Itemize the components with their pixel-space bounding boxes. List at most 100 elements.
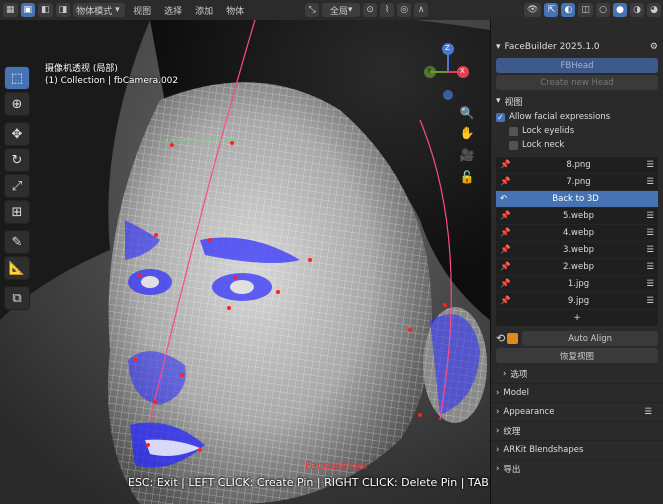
visibility-icon[interactable]: 👁 (524, 3, 542, 17)
menu-icon[interactable]: ☰ (646, 262, 654, 272)
chevron-right-icon: › (496, 445, 500, 455)
appearance-section[interactable]: › Appearance ☰ (491, 402, 663, 421)
export-label: 导出 (503, 465, 521, 475)
transform-orientation-dropdown[interactable]: 全局 ▾ (322, 3, 361, 17)
chevron-right-icon: › (496, 388, 500, 398)
rotate-tool-icon[interactable]: ↻ (4, 148, 30, 172)
menu-object[interactable]: 物体 (221, 4, 249, 17)
list-item[interactable]: 📌 8.png ☰ (496, 157, 658, 174)
list-item[interactable]: 📌 1.jpg ☰ (496, 276, 658, 293)
overlay-toggle-icon[interactable]: ◐ (561, 3, 576, 17)
transform-tool-icon[interactable]: ⊞ (4, 200, 30, 224)
menu-add[interactable]: 添加 (190, 4, 218, 17)
cursor-tool-icon[interactable]: ⊕ (4, 92, 30, 116)
panel-header[interactable]: ▾ FaceBuilder 2025.1.0 ⚙ (491, 38, 663, 56)
gizmo-toggle-icon[interactable]: ⇱ (544, 3, 559, 17)
shading-material-icon[interactable]: ◑ (630, 3, 644, 17)
pin-icon: 📌 (500, 211, 511, 221)
snap-icon[interactable]: ⌇ (380, 3, 395, 17)
auto-align-button[interactable]: Auto Align (522, 331, 658, 346)
add-cube-tool-icon[interactable]: ⧉ (4, 286, 30, 310)
pan-hand-icon[interactable]: ✋ (458, 124, 476, 142)
shading-wire-icon[interactable]: ○ (596, 3, 610, 17)
allow-expressions-checkbox[interactable]: ✓ Allow facial expressions (491, 110, 663, 124)
select-extend-icon[interactable]: ◧ (38, 3, 53, 17)
pin-icon: 📌 (500, 228, 511, 238)
create-head-label: Create new Head (540, 77, 614, 88)
list-item[interactable]: 📌 5.webp ☰ (496, 208, 658, 225)
scale-tool-icon[interactable]: ⤢ (4, 174, 30, 198)
mode-dropdown[interactable]: 物体模式 ▾ (73, 3, 126, 17)
editor-type-icon[interactable]: ▦ (3, 3, 18, 17)
camera-view-icon[interactable]: 🎥 (458, 146, 476, 164)
checkbox-box (509, 126, 518, 136)
arkit-section[interactable]: › ARKit Blendshapes (491, 440, 663, 459)
proportional-edit-icon[interactable]: ◎ (397, 3, 412, 17)
pin-icon: 📌 (500, 245, 511, 255)
chevron-right-icon: › (496, 426, 500, 436)
menu-icon[interactable]: ☰ (646, 296, 654, 306)
select-box-tool-icon[interactable]: ⬚ (4, 66, 30, 90)
gizmo-y-label: Y (427, 67, 432, 75)
viewport-header: ▦ ▣ ◧ ◨ 物体模式 ▾ 视图 选择 添加 物体 ⤡ 全局 ▾ ⊙ ⌇ ◎ ∧… (0, 0, 663, 20)
list-item[interactable]: 📌 7.png ☰ (496, 174, 658, 191)
menu-icon[interactable]: ☰ (646, 160, 654, 170)
menu-select[interactable]: 选择 (159, 4, 187, 17)
lock-eyelids-checkbox[interactable]: Lock eyelids (491, 124, 663, 138)
image-name: 8.png (566, 160, 591, 170)
list-item[interactable]: 📌 2.webp ☰ (496, 259, 658, 276)
list-item[interactable]: 📌 9.jpg ☰ (496, 293, 658, 310)
view-section-header[interactable]: ▾ 视图 (491, 92, 663, 110)
falloff-icon[interactable]: ∧ (414, 3, 429, 17)
select-box-mode-icon[interactable]: ▣ (20, 3, 36, 17)
chevron-right-icon: › (503, 369, 507, 379)
menu-view[interactable]: 视图 (128, 4, 156, 17)
options-label: 选项 (510, 370, 528, 380)
select-subtract-icon[interactable]: ◨ (55, 3, 71, 17)
image-list: 📌 8.png ☰ 📌 7.png ☰ ↶ Back to 3D 📌 5.webp ☰ 📌 4.… (496, 157, 658, 326)
shading-render-icon[interactable]: ◕ (647, 3, 661, 17)
menu-icon[interactable]: ☰ (646, 279, 654, 289)
menu-icon[interactable]: ☰ (646, 228, 654, 238)
align-face-icon[interactable] (507, 333, 519, 344)
rotate-icon[interactable]: ⟲ (496, 332, 505, 345)
measure-tool-icon[interactable]: 📐 (4, 256, 30, 280)
add-image-button[interactable]: + (496, 310, 658, 326)
collection-info: (1) Collection | fbCamera.002 (45, 76, 179, 86)
menu-icon[interactable]: ☰ (646, 245, 654, 255)
restore-view-button[interactable]: 恢复视图 (496, 348, 658, 363)
model-section[interactable]: › Model (491, 383, 663, 402)
options-section[interactable]: › 选项 (491, 365, 663, 383)
texture-section[interactable]: › 纹理 (491, 421, 663, 440)
menu-icon[interactable]: ☰ (646, 177, 654, 187)
transform-orientation-icon[interactable]: ⤡ (305, 3, 320, 17)
head-button[interactable]: FBHead (496, 58, 658, 73)
transform-label: 全局 (329, 6, 348, 17)
lock-neck-checkbox[interactable]: Lock neck (491, 138, 663, 152)
gizmo-z-label: Z (445, 44, 450, 52)
export-section[interactable]: › 导出 (491, 459, 663, 478)
allow-expressions-label: Allow facial expressions (509, 112, 611, 122)
undo-arrow-icon: ↶ (500, 194, 508, 204)
pivot-icon[interactable]: ⊙ (363, 3, 378, 17)
menu-icon[interactable]: ☰ (646, 211, 654, 221)
panel-title: FaceBuilder 2025.1.0 (504, 42, 600, 52)
gear-icon[interactable]: ⚙ (650, 42, 658, 52)
image-name: 5.webp (562, 211, 595, 221)
back-to-3d-button[interactable]: ↶ Back to 3D (496, 191, 658, 208)
pin-icon: 📌 (500, 296, 511, 306)
xray-icon[interactable]: ◫ (578, 3, 593, 17)
shading-solid-icon[interactable]: ● (613, 3, 627, 17)
image-name: 4.webp (562, 228, 595, 238)
list-item[interactable]: 📌 3.webp ☰ (496, 242, 658, 259)
move-tool-icon[interactable]: ✥ (4, 122, 30, 146)
create-head-button[interactable]: Create new Head (496, 75, 658, 90)
zoom-icon[interactable]: 🔍 (458, 104, 476, 122)
list-item[interactable]: 📌 4.webp ☰ (496, 225, 658, 242)
list-icon[interactable]: ☰ (644, 407, 652, 417)
lock-icon[interactable]: 🔓 (458, 168, 476, 186)
pin-icon: 📌 (500, 279, 511, 289)
3d-viewport[interactable]: ⬚ ⊕ ✥ ↻ ⤢ ⊞ ✎ 📐 ⧉ 摄像机透视 (局部) (1) Collect… (0, 20, 490, 504)
annotate-tool-icon[interactable]: ✎ (4, 230, 30, 254)
pin-icon: 📌 (500, 160, 511, 170)
